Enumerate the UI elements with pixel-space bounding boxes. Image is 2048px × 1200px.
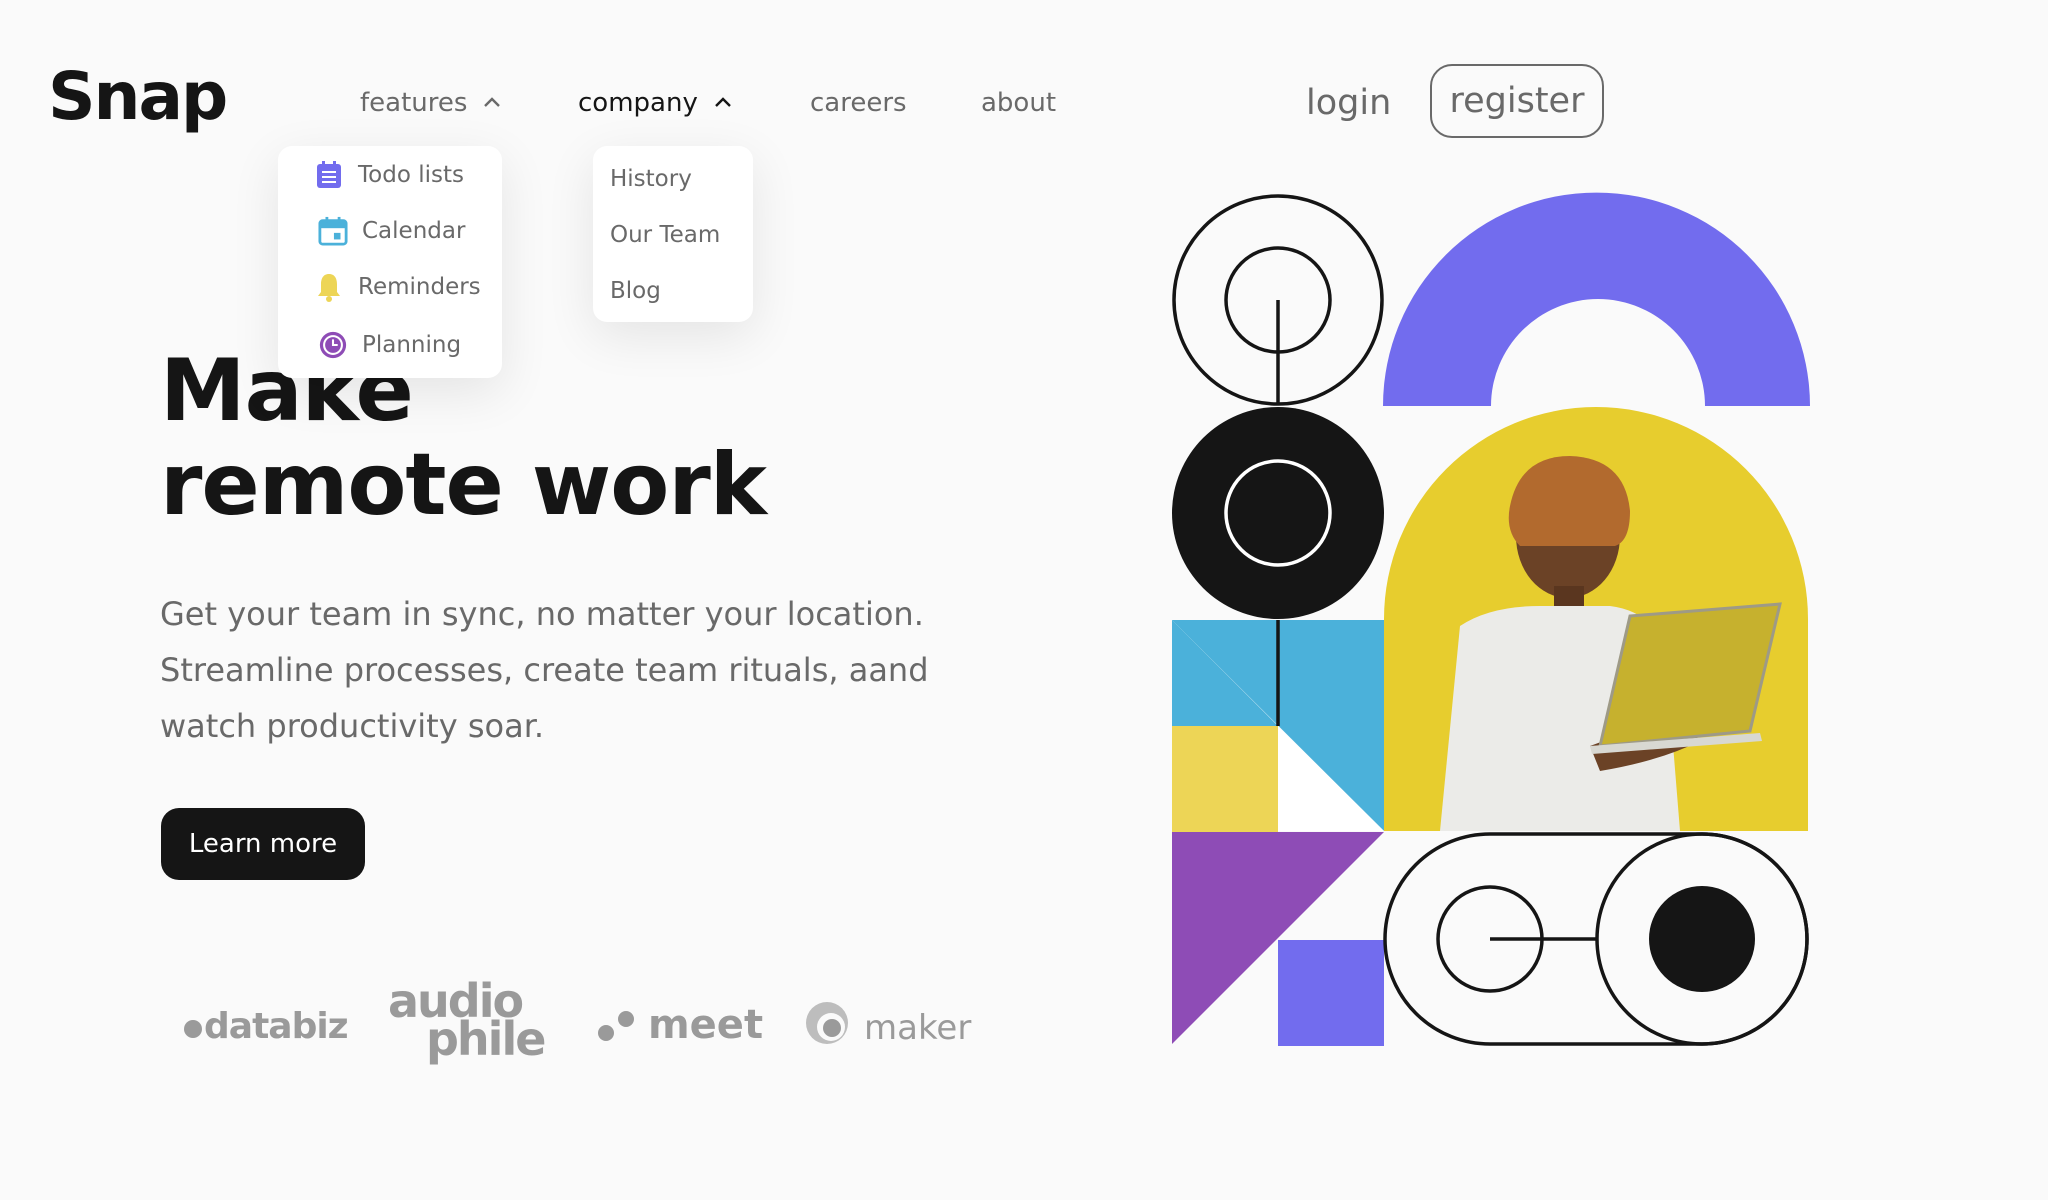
menu-item-calendar[interactable]: Calendar — [318, 216, 465, 246]
menu-item-history[interactable]: History — [610, 164, 692, 194]
nav-careers[interactable]: careers — [810, 86, 907, 120]
nav-company-label: company — [578, 88, 698, 118]
menu-item-reminders[interactable]: Reminders — [314, 272, 481, 302]
meet-dots-icon — [596, 1005, 642, 1045]
menu-item-label: Calendar — [362, 218, 466, 244]
geometric-art — [1172, 192, 1810, 1046]
menu-item-label: Todo lists — [358, 162, 464, 188]
maker-swirl-icon — [804, 1000, 850, 1055]
black-circle-shape — [1172, 407, 1384, 619]
databiz-dot-icon — [184, 1020, 202, 1038]
client-meet-logo: meet — [596, 1002, 763, 1048]
menu-item-label: Reminders — [358, 274, 481, 300]
nav-about[interactable]: about — [981, 86, 1056, 120]
hero-description-line: Streamline processes, create team ritual… — [160, 651, 929, 689]
menu-item-blog[interactable]: Blog — [610, 276, 661, 306]
clock-icon — [318, 330, 348, 360]
purple-arch-shape — [1383, 192, 1810, 406]
bell-icon — [314, 272, 344, 302]
calendar-icon — [318, 216, 348, 246]
client-databiz-logo: databiz — [184, 1006, 349, 1047]
nav-company[interactable]: company — [578, 86, 732, 120]
black-dot-shape — [1649, 886, 1755, 992]
learn-more-button[interactable]: Learn more — [161, 808, 365, 880]
nav-features[interactable]: features — [360, 86, 501, 120]
chevron-up-icon — [714, 83, 732, 117]
nav-features-label: features — [360, 88, 468, 118]
client-maker-label: maker — [864, 1007, 972, 1048]
register-button[interactable]: register — [1430, 64, 1604, 138]
yellow-square-shape — [1172, 726, 1278, 832]
features-dropdown: Todo lists Calendar Reminders Planning — [278, 146, 502, 378]
menu-item-planning[interactable]: Planning — [318, 330, 461, 360]
chevron-up-icon — [483, 83, 501, 117]
todo-list-icon — [314, 160, 344, 190]
client-maker-logo: maker — [804, 1000, 971, 1055]
menu-item-label: Planning — [362, 332, 462, 358]
purple-square-shape — [1278, 940, 1384, 1046]
photo-arch — [1384, 407, 1808, 831]
client-databiz-label: databiz — [204, 1006, 349, 1047]
menu-item-our-team[interactable]: Our Team — [610, 220, 720, 250]
client-meet-label: meet — [648, 1002, 764, 1048]
menu-item-todo-lists[interactable]: Todo lists — [314, 160, 464, 190]
laptop — [1598, 602, 1782, 748]
client-audiophile-logo: audio phile — [388, 978, 546, 1062]
hero-description: Get your team in sync, no matter your lo… — [160, 586, 960, 754]
hero-illustration — [1160, 186, 1820, 1066]
hero-description-line: Get your team in sync, no matter your lo… — [160, 595, 924, 633]
company-dropdown: History Our Team Blog — [593, 146, 753, 322]
hero-description-line: watch productivity soar. — [160, 707, 545, 745]
login-link[interactable]: login — [1306, 82, 1391, 124]
snap-logo[interactable]: Snap — [48, 64, 228, 130]
hero-title-line: remote work — [160, 435, 767, 535]
